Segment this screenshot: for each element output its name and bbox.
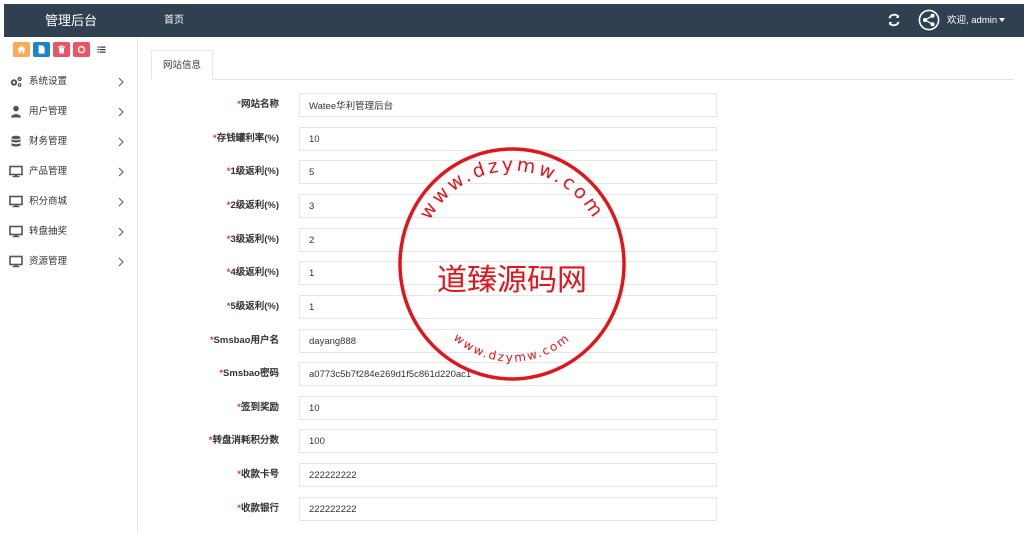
field-label: *Smsbao密码 <box>219 368 279 379</box>
delete-button[interactable] <box>53 42 70 57</box>
sidebar-item-lucky-wheel[interactable]: 转盘抽奖 <box>0 217 137 247</box>
gears-icon <box>10 76 22 87</box>
site-name-input[interactable] <box>299 93 717 117</box>
field-label: *1级返利(%) <box>226 166 279 177</box>
trash-icon <box>58 45 65 54</box>
rebate-3-input[interactable] <box>299 228 717 252</box>
form-row-rebate-5: *5级返利(%) <box>139 295 1024 319</box>
form-row-rebate-3: *3级返利(%) <box>139 228 1024 252</box>
list-icon <box>97 46 106 53</box>
chevron-right-icon <box>118 167 124 177</box>
field-label: *网站名称 <box>237 99 279 110</box>
top-navbar: 管理后台 首页 欢迎, admin <box>4 4 1024 37</box>
tab-bar: 网站信息 <box>151 50 1014 80</box>
user-label: 欢迎, admin <box>947 15 998 26</box>
refresh-icon[interactable] <box>886 12 902 28</box>
field-label: *转盘消耗积分数 <box>208 435 279 446</box>
sidebar-item-system-settings[interactable]: 系统设置 <box>0 67 137 97</box>
chevron-right-icon <box>118 257 124 267</box>
rebate-2-input[interactable] <box>299 194 717 218</box>
form-row-card-number: *收款卡号 <box>139 463 1024 487</box>
sidebar-item-label: 系统设置 <box>29 76 68 87</box>
sidebar-menu: 系统设置 用户管理 财务管理 产品管理 积分商城 转盘抽奖 资源管理 <box>0 67 137 277</box>
desktop-icon <box>9 195 23 208</box>
list-button[interactable] <box>93 42 110 57</box>
field-label: *存钱罐利率(%) <box>213 133 279 144</box>
file-icon <box>38 45 45 54</box>
caret-down-icon <box>999 18 1006 23</box>
field-label: *签到奖励 <box>237 402 279 413</box>
avatar[interactable] <box>918 9 940 31</box>
brand-title: 管理后台 <box>44 13 97 28</box>
field-label: *3级返利(%) <box>226 234 279 245</box>
form-row-rebate-1: *1级返利(%) <box>139 160 1024 184</box>
card-number-input[interactable] <box>299 463 717 487</box>
desktop-icon <box>9 165 23 178</box>
sidebar-item-user-management[interactable]: 用户管理 <box>0 97 137 127</box>
form-row-rebate-4: *4级返利(%) <box>139 261 1024 285</box>
database-icon <box>11 135 21 147</box>
bank-input[interactable] <box>299 497 717 521</box>
form-row-smsbao-user: *Smsbao用户名 <box>139 329 1024 353</box>
rebate-4-input[interactable] <box>299 261 717 285</box>
sidebar: 系统设置 用户管理 财务管理 产品管理 积分商城 转盘抽奖 资源管理 <box>0 37 138 533</box>
sidebar-item-points-mall[interactable]: 积分商城 <box>0 187 137 217</box>
chevron-right-icon <box>118 107 124 117</box>
field-label: *5级返利(%) <box>226 301 279 312</box>
file-button[interactable] <box>33 42 50 57</box>
recycle-icon <box>77 45 86 54</box>
field-label: *4级返利(%) <box>226 267 279 278</box>
sidebar-item-resource-management[interactable]: 资源管理 <box>0 247 137 277</box>
chevron-right-icon <box>118 77 124 87</box>
form-row-site-name: *网站名称 <box>139 93 1024 117</box>
main-content: 网站信息 *网站名称 *存钱罐利率(%) *1级返利(%) *2级返利(%) *… <box>139 37 1024 533</box>
user-icon <box>11 105 21 118</box>
form-row-rebate-2: *2级返利(%) <box>139 194 1024 218</box>
smsbao-username-input[interactable] <box>299 329 717 353</box>
desktop-icon <box>9 255 23 268</box>
user-menu[interactable]: 欢迎, admin <box>947 4 1006 37</box>
form-row-smsbao-password: *Smsbao密码 <box>139 362 1024 386</box>
desktop-icon <box>9 225 23 238</box>
sidebar-item-finance-management[interactable]: 财务管理 <box>0 127 137 157</box>
rebate-1-input[interactable] <box>299 160 717 184</box>
rebate-5-input[interactable] <box>299 295 717 319</box>
field-label: *收款卡号 <box>237 469 279 480</box>
form-row-wheel-cost: *转盘消耗积分数 <box>139 429 1024 453</box>
sidebar-item-label: 积分商城 <box>29 196 68 207</box>
sidebar-item-product-management[interactable]: 产品管理 <box>0 157 137 187</box>
tab-site-info[interactable]: 网站信息 <box>151 50 214 80</box>
recycle-button[interactable] <box>73 42 90 57</box>
field-label: *Smsbao用户名 <box>209 335 279 346</box>
sidebar-item-label: 资源管理 <box>29 256 68 267</box>
checkin-reward-input[interactable] <box>299 396 717 420</box>
home-button[interactable] <box>13 42 30 57</box>
wheel-cost-input[interactable] <box>299 429 717 453</box>
chevron-right-icon <box>118 227 124 237</box>
smsbao-password-input[interactable] <box>299 362 717 386</box>
sidebar-item-label: 财务管理 <box>29 136 68 147</box>
home-icon <box>17 45 26 54</box>
form-row-checkin-reward: *签到奖励 <box>139 396 1024 420</box>
chevron-right-icon <box>118 197 124 207</box>
piggy-rate-input[interactable] <box>299 127 717 151</box>
sidebar-item-label: 转盘抽奖 <box>29 226 68 237</box>
field-label: *2级返利(%) <box>226 200 279 211</box>
field-label: *收款银行 <box>237 503 279 514</box>
sidebar-item-label: 产品管理 <box>29 166 68 177</box>
sidebar-item-label: 用户管理 <box>29 106 68 117</box>
form-row-bank: *收款银行 <box>139 497 1024 521</box>
chevron-right-icon <box>118 137 124 147</box>
form-row-piggy-rate: *存钱罐利率(%) <box>139 127 1024 151</box>
home-link[interactable]: 首页 <box>164 4 184 37</box>
